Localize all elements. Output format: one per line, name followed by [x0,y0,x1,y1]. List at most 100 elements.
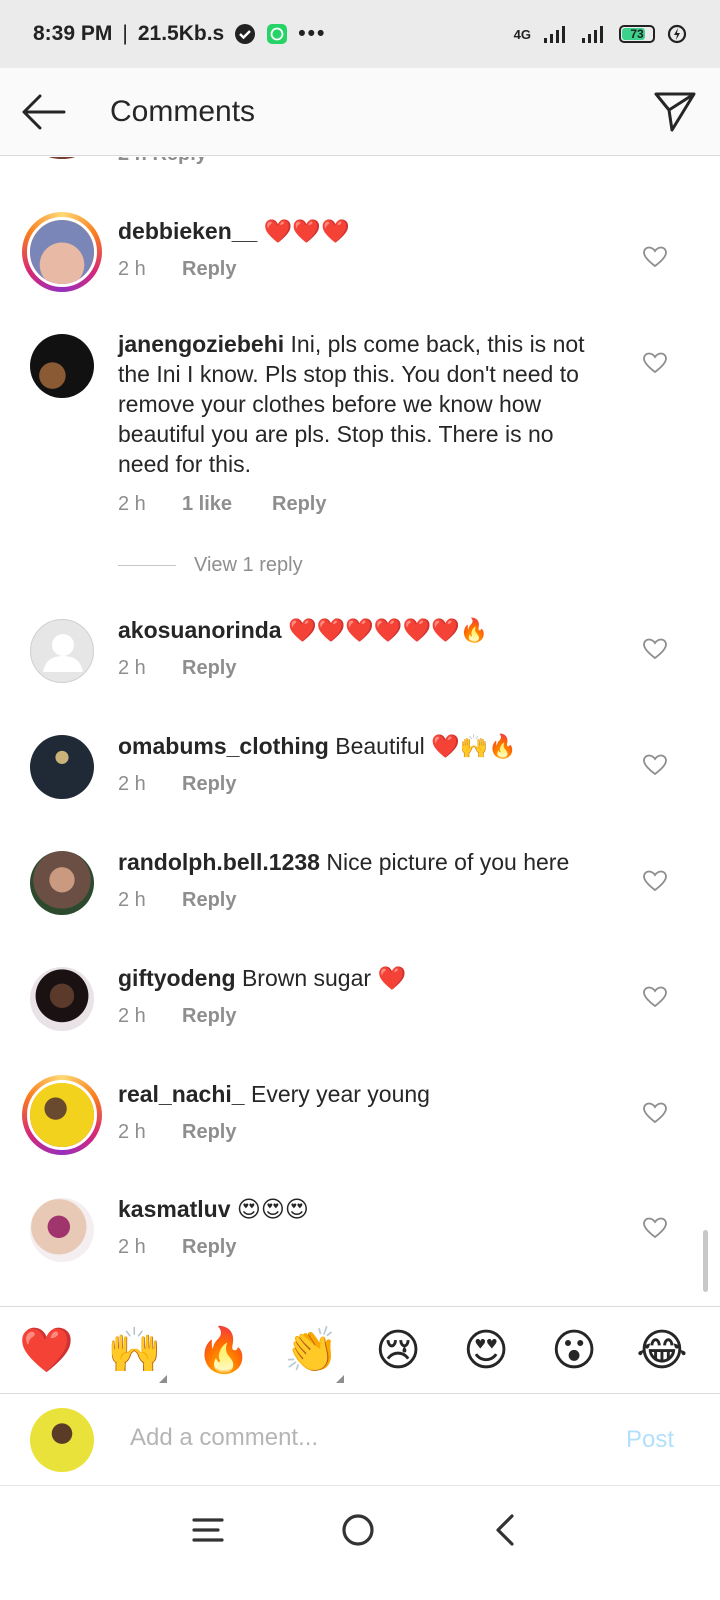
comment-message: Beautiful ❤️🙌🔥 [335,733,518,759]
comment-composer: Post [0,1394,720,1486]
comment-meta: 2 h Reply [118,1005,236,1028]
comment-username[interactable]: real_nachi_ [118,1081,245,1107]
avatar[interactable] [30,735,94,799]
avatar[interactable] [30,619,94,683]
reaction-surprised-button[interactable]: 😮 [548,1325,600,1377]
comment-text: janengoziebehi Ini, pls come back, this … [118,329,608,479]
comment-message: Brown sugar ❤️ [241,965,407,991]
status-separator: | [122,22,128,45]
comment-message: ❤️❤️❤️ [263,218,350,244]
comment-username[interactable]: janengoziebehi [118,331,284,357]
comment-message: Every year young [250,1081,430,1107]
reaction-clap-button[interactable]: 👏 [284,1325,344,1383]
like-heart-icon[interactable] [643,754,667,776]
home-icon[interactable] [336,1508,380,1552]
menu-icon[interactable] [186,1508,230,1552]
quick-reaction-bar: ❤️ 🙌 🔥 👏 😢 😍 😮 😂 [0,1306,720,1394]
comment-time: 2 h [118,657,146,679]
comment-meta: 2 h Reply [118,889,236,912]
reaction-raised-hands-glyph: 🙌 [107,1325,162,1376]
reaction-heart-button[interactable]: ❤️ [19,1325,74,1377]
partial-meta: 2 h Reply [118,157,207,166]
comment-meta: 2 h Reply [118,773,236,796]
reply-button[interactable]: Reply [182,773,236,796]
post-button[interactable]: Post [626,1426,674,1454]
status-speed: 21.5Kb.s [137,22,225,45]
whatsapp-icon [267,24,288,44]
reaction-clap-glyph: 👏 [284,1325,339,1376]
comment-message: 😍😍😍 [236,1196,309,1222]
battery-icon: 73 [619,25,655,43]
view-replies-button[interactable]: View 1 reply [118,554,303,577]
default-avatar-icon [43,634,83,672]
view-replies-line [118,565,176,566]
like-heart-icon[interactable] [643,1102,667,1124]
direct-send-icon[interactable] [652,88,698,134]
comment-text: randolph.bell.1238 Nice picture of you h… [118,847,638,877]
like-heart-icon[interactable] [643,638,667,660]
scrollbar-thumb[interactable] [703,1230,708,1292]
network-type: 4G [513,26,531,42]
header: Comments [0,68,720,156]
comment-time: 2 h [118,773,146,795]
reaction-heart-eyes-button[interactable]: 😍 [460,1325,512,1377]
skin-tone-indicator [336,1375,344,1383]
system-nav-bar [0,1486,720,1600]
more-dots-icon: ••• [298,22,327,45]
back-icon[interactable] [484,1508,528,1552]
reaction-fire-button[interactable]: 🔥 [196,1325,251,1377]
back-arrow-icon[interactable] [20,90,66,134]
current-user-avatar [30,1408,94,1472]
reply-button[interactable]: Reply [182,258,236,281]
avatar[interactable] [22,1075,102,1155]
comment-username[interactable]: omabums_clothing [118,733,329,759]
status-right: 4G 73 [514,24,687,44]
battery-level: 73 [630,27,644,41]
like-count[interactable]: 1 like [182,493,272,516]
avatar[interactable] [30,967,94,1031]
avatar[interactable] [30,334,94,398]
comment-input[interactable] [130,1424,590,1452]
comment-text: kasmatluv 😍😍😍 [118,1194,638,1224]
avatar[interactable] [30,1198,94,1262]
comment-text: giftyodeng Brown sugar ❤️ [118,963,638,993]
like-heart-icon[interactable] [643,352,667,374]
reply-button[interactable]: Reply [272,493,326,516]
reply-button[interactable]: Reply [182,1005,236,1028]
comment-username[interactable]: giftyodeng [118,965,236,991]
status-bar: 8:39 PM | 21.5Kb.s ••• 4G 73 [0,0,720,68]
comment-text: akosuanorinda ❤️❤️❤️❤️❤️❤️🔥 [118,615,638,645]
signal-icon [544,26,565,43]
verified-check-icon [235,24,256,44]
avatar[interactable] [22,212,102,292]
comment-time: 2 h [118,1236,146,1258]
charging-icon [667,24,687,44]
comment-username[interactable]: debbieken__ [118,218,257,244]
comment-username[interactable]: akosuanorinda [118,617,282,643]
reaction-cry-button[interactable]: 😢 [372,1325,424,1377]
comment-time: 2 h [118,258,146,280]
reaction-raised-hands-button[interactable]: 🙌 [107,1325,167,1383]
comment-username[interactable]: kasmatluv [118,1196,231,1222]
status-time: 8:39 PM [33,22,113,45]
like-heart-icon[interactable] [643,246,667,268]
like-heart-icon[interactable] [643,986,667,1008]
like-heart-icon[interactable] [643,1217,667,1239]
view-replies-label: View 1 reply [194,554,303,576]
reply-button[interactable]: Reply [182,1236,236,1259]
comment-meta: 2 h Reply [118,1121,236,1144]
comment-time: 2 h [118,889,146,911]
avatar[interactable] [30,851,94,915]
reply-button[interactable]: Reply [182,1121,236,1144]
comment-time: 2 h [118,493,146,515]
comment-meta: 2 h 1 like Reply [118,493,326,516]
comment-meta: 2 h Reply [118,1236,236,1259]
reply-button[interactable]: Reply [182,657,236,680]
avatar[interactable] [30,157,94,159]
comment-list[interactable]: 2 h Reply debbieken__ ❤️❤️❤️ 2 h Reply j… [0,157,720,1330]
comment-username[interactable]: randolph.bell.1238 [118,849,320,875]
reply-button[interactable]: Reply [182,889,236,912]
reaction-laugh-button[interactable]: 😂 [636,1325,688,1377]
partial-comment: 2 h Reply [0,157,720,165]
like-heart-icon[interactable] [643,870,667,892]
